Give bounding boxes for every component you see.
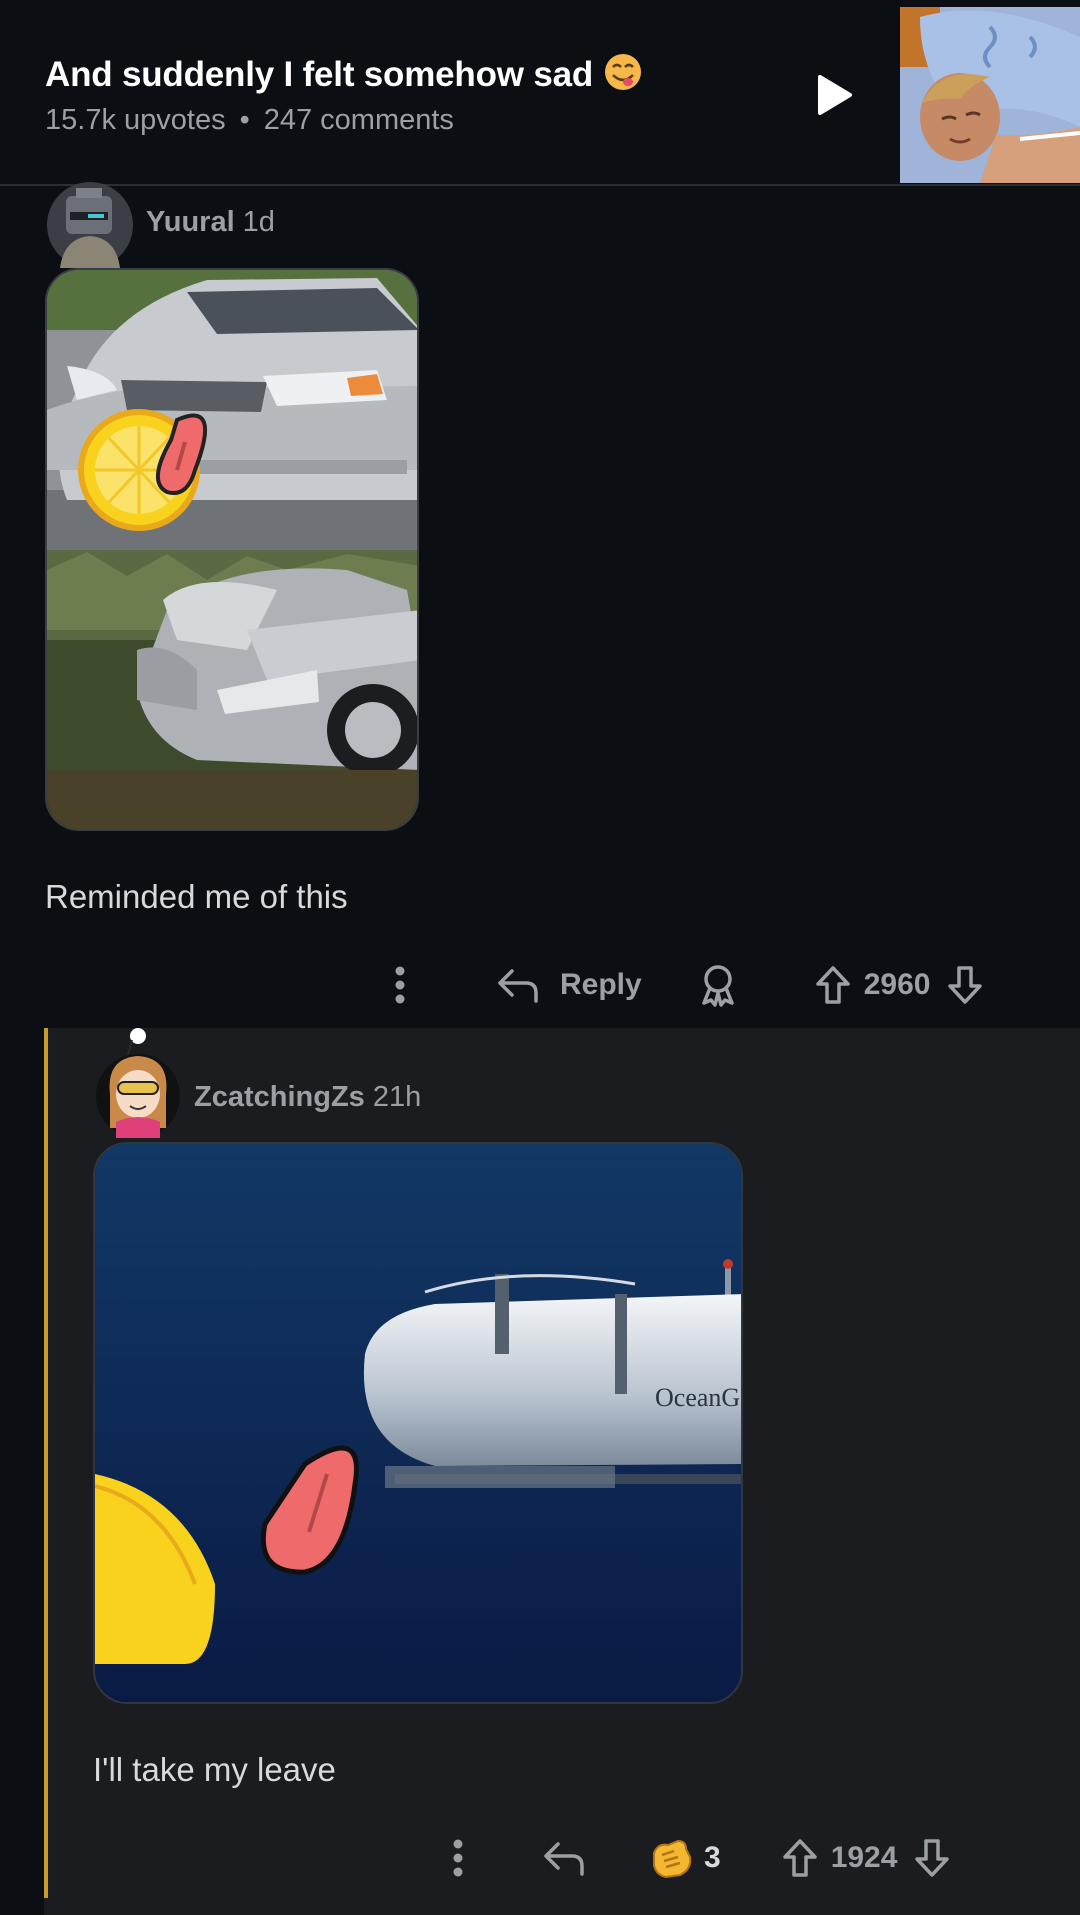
- play-icon[interactable]: [810, 72, 856, 118]
- upvote-count: 15.7k upvotes: [45, 104, 226, 136]
- avatar[interactable]: [92, 1018, 184, 1140]
- reply-icon: [496, 965, 540, 1005]
- comment-age: 1d: [242, 206, 275, 238]
- post-thumbnail[interactable]: [900, 7, 1080, 183]
- sub-caption: OceanG: [655, 1383, 740, 1412]
- post-meta: 15.7k upvotes • 247 comments: [45, 104, 454, 137]
- comment-score: 2960: [863, 968, 931, 1001]
- avatar[interactable]: [44, 182, 136, 268]
- reply-button[interactable]: [542, 1838, 586, 1878]
- upvote-button[interactable]: 2960: [814, 964, 931, 1006]
- comment-author[interactable]: Yuural: [146, 206, 235, 238]
- comment-score: 1924: [830, 1841, 898, 1874]
- award-count: 3: [704, 1841, 721, 1874]
- more-icon[interactable]: [390, 965, 410, 1005]
- upvote-icon: [814, 964, 852, 1006]
- comment-age: 21h: [372, 1081, 422, 1113]
- post-header[interactable]: And suddenly I felt somehow sad 15.7k up…: [0, 0, 1080, 186]
- comment-text: Reminded me of this: [45, 878, 348, 915]
- downvote-icon[interactable]: [946, 964, 984, 1006]
- reply-label: Reply: [560, 968, 642, 1001]
- comment-author[interactable]: ZcatchingZs: [194, 1081, 365, 1113]
- post-title-text: And suddenly I felt somehow sad: [45, 55, 594, 94]
- comment-actions: 3 1924: [448, 1828, 951, 1888]
- reply-icon: [542, 1838, 586, 1878]
- thread-line[interactable]: [44, 1028, 48, 1898]
- comment-text: I'll take my leave: [93, 1751, 336, 1788]
- award-icon[interactable]: [698, 963, 738, 1007]
- post-title: And suddenly I felt somehow sad: [45, 52, 643, 95]
- downvote-icon[interactable]: [913, 1837, 951, 1879]
- comment-author-line: ZcatchingZs 21h: [194, 1081, 421, 1114]
- comment-actions: Reply 2960: [390, 955, 984, 1015]
- comment-image[interactable]: [45, 268, 419, 831]
- comment-image[interactable]: OceanG: [93, 1142, 743, 1704]
- more-icon[interactable]: [448, 1838, 468, 1878]
- award-icon: [648, 1835, 694, 1881]
- reply-button[interactable]: Reply: [496, 965, 642, 1005]
- comment-author-line: Yuural 1d: [146, 206, 275, 239]
- award-button[interactable]: 3: [648, 1835, 721, 1881]
- upvote-icon: [781, 1837, 819, 1879]
- title-emoji: [603, 54, 643, 94]
- comment-count[interactable]: 247 comments: [264, 104, 454, 136]
- meta-separator: •: [239, 104, 250, 136]
- upvote-button[interactable]: 1924: [781, 1837, 898, 1879]
